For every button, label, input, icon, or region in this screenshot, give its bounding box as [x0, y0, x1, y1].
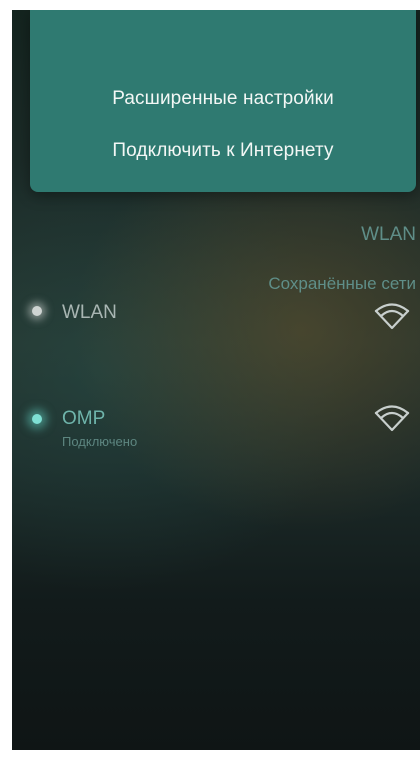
network-name: OMP — [62, 408, 106, 429]
wlan-section-header: WLAN — [361, 224, 416, 245]
wlan-toggle-label: WLAN — [62, 302, 117, 323]
network-status: Подключено — [62, 434, 138, 449]
wifi-icon — [374, 405, 410, 432]
wifi-settings-screen: WLAN WLAN Сохранённые сети OMP Подключен… — [12, 10, 420, 750]
advanced-settings-menu-item[interactable]: Расширенные настройки — [30, 88, 416, 110]
connected-status-dot — [32, 414, 42, 424]
saved-networks-header: Сохранённые сети — [268, 274, 416, 293]
saved-network-row-omp[interactable]: OMP Подключено — [12, 405, 420, 460]
context-menu-popup: Расширенные настройки Подключить к Интер… — [30, 10, 416, 192]
wifi-icon — [374, 303, 410, 330]
wlan-status-dot — [32, 306, 42, 316]
connect-to-internet-menu-item[interactable]: Подключить к Интернету — [30, 140, 416, 162]
wlan-toggle-row[interactable]: WLAN — [12, 290, 420, 342]
